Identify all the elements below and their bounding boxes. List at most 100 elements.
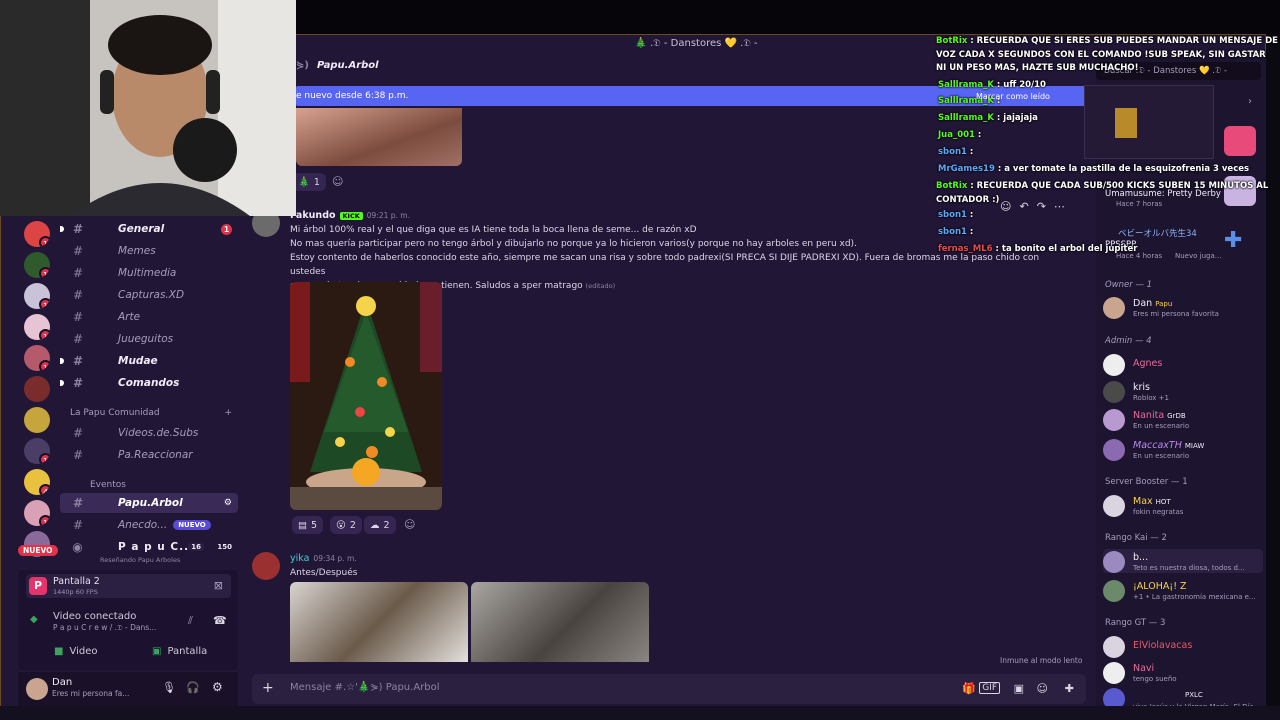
server-icon[interactable]: 4 xyxy=(24,469,50,495)
christmas-tree-image[interactable] xyxy=(290,282,442,510)
channel-mudae[interactable]: # Mudae xyxy=(60,351,238,371)
stop-stream-icon[interactable]: ⊠ xyxy=(214,579,223,592)
server-icon[interactable]: 1 xyxy=(24,500,50,526)
add-reaction-icon[interactable]: ☺ xyxy=(332,175,343,188)
server-icon[interactable]: 1 xyxy=(24,252,50,278)
hash-icon: # xyxy=(72,244,84,258)
chevron-right-icon[interactable]: › xyxy=(1248,96,1252,107)
noise-icon[interactable]: ⫽ xyxy=(188,614,193,628)
forward-icon[interactable]: ↷ xyxy=(1037,200,1046,213)
channel-jueguitos[interactable]: # Juueguitos xyxy=(60,329,238,349)
hash-icon: ⋟) xyxy=(296,60,309,71)
channel-capturas[interactable]: # Capturas.XD xyxy=(60,285,238,305)
member-item[interactable]: b... Teto es nuestra diosa, todos d... xyxy=(1103,549,1263,573)
server-icon[interactable] xyxy=(24,407,50,433)
activity-extra: Nuevo juga... xyxy=(1175,252,1222,260)
kick-chat-message: BotRix : RECUERDA QUE CADA SUB/500 KICKS… xyxy=(936,181,1269,205)
category-label: Eventos xyxy=(90,480,126,490)
server-icon[interactable]: 1 xyxy=(24,314,50,340)
mark-read-button[interactable]: Marcar como leído xyxy=(976,92,1050,101)
gif-icon[interactable]: GIF xyxy=(979,682,1000,694)
server-icon[interactable]: 1 xyxy=(24,221,50,247)
stream-thumbnail[interactable] xyxy=(1084,85,1214,159)
kick-chat-message: Jua_001 : xyxy=(938,130,982,140)
reaction-button[interactable]: 🎄 1 xyxy=(292,173,326,191)
settings-icon[interactable]: ⚙ xyxy=(212,680,223,694)
role-header-kai: Rango Kai — 2 xyxy=(1105,533,1167,543)
add-channel-icon[interactable]: + xyxy=(224,408,232,418)
settings-icon[interactable]: ⚙ xyxy=(224,498,232,508)
member-item[interactable]: kris Roblox +1 xyxy=(1103,379,1263,403)
more-icon[interactable]: ⋯ xyxy=(1054,200,1065,213)
category-eventos[interactable]: Eventos+ xyxy=(90,477,258,493)
after-image[interactable] xyxy=(471,582,649,662)
react-icon[interactable]: ☺ xyxy=(1000,200,1011,213)
category-la-papu-comunidad[interactable]: La Papu Comunidad + xyxy=(70,405,238,421)
reply-icon[interactable]: ↶ xyxy=(1019,200,1028,213)
reaction-emoji-icon: 😮 xyxy=(336,519,346,531)
channel-papu-arbol[interactable]: # Papu.Arbol ⚙ xyxy=(60,493,238,513)
before-image[interactable] xyxy=(290,582,468,662)
member-item[interactable]: Max HOT fokin negratas xyxy=(1103,493,1263,517)
disconnect-icon[interactable]: ☎ xyxy=(213,614,227,627)
author-name[interactable]: Fakundo xyxy=(290,210,336,221)
channel-anecdotas[interactable]: # Anecdo... NUEVO xyxy=(60,515,238,535)
hash-icon: # xyxy=(72,266,84,280)
channel-videos-de-subs[interactable]: # Videos.de.Subs xyxy=(60,423,238,443)
new-messages-text: e nuevo desde 6:38 p.m. xyxy=(296,91,409,101)
reaction-button[interactable]: ▤ 5 xyxy=(292,516,324,534)
channel-label: Memes xyxy=(118,245,156,257)
reaction-button[interactable]: ☁ 2 xyxy=(364,516,396,534)
add-reaction-icon[interactable]: ☺ xyxy=(404,518,415,531)
member-item[interactable]: PXLCviva Jesús y la Virgen María. El Día… xyxy=(1103,686,1263,711)
sticker-icon[interactable]: ▣ xyxy=(1014,682,1024,695)
member-name: Agnes xyxy=(1133,358,1163,369)
avatar[interactable] xyxy=(26,678,48,700)
kick-chat-message: Salllrama_K : uff 20/10 xyxy=(938,80,1046,90)
member-item[interactable]: MaccaxTH MIAW En un escenario xyxy=(1103,437,1263,461)
emoji-icon[interactable]: ☺ xyxy=(1037,682,1048,695)
screen-button[interactable]: ▣ Pantalla xyxy=(152,642,207,660)
member-item[interactable]: Dan Papu Eres mi persona favorita xyxy=(1103,295,1263,319)
reaction-button[interactable]: 😮 2 xyxy=(330,516,362,534)
member-item[interactable]: Agnes xyxy=(1103,352,1263,376)
channel-arte[interactable]: # Arte xyxy=(60,307,238,327)
member-item[interactable]: Nanita GrDB En un escenario xyxy=(1103,407,1263,431)
avatar[interactable] xyxy=(252,552,280,580)
channel-general[interactable]: # General 1 xyxy=(60,219,238,239)
channel-comandos[interactable]: # Comandos xyxy=(60,373,238,393)
voice-channel[interactable]: ◉ P a p u C... 16 150 xyxy=(60,537,238,557)
image-attachment[interactable] xyxy=(296,108,462,166)
microphone-icon[interactable]: 🎙 xyxy=(162,681,176,694)
stream-preview[interactable]: P Pantalla 2 1440p 60 FPS ⊠ xyxy=(26,574,231,598)
unread-dot xyxy=(60,380,64,386)
author-name[interactable]: yika xyxy=(290,553,309,564)
member-item[interactable]: Navi tengo sueño xyxy=(1103,660,1263,684)
message-composer[interactable]: + Mensaje #.☆'🎄⋟) Papu.Arbol 🎁 GIF ▣ ☺ ✚ xyxy=(252,674,1086,704)
member-item[interactable]: ¡ALOHA¡! Z +1 • La gastronomía mexicana e… xyxy=(1103,578,1263,602)
server-icon[interactable]: 1 xyxy=(24,438,50,464)
channel-multimedia[interactable]: # Multimedia xyxy=(60,263,238,283)
user-count: 16 xyxy=(188,543,204,551)
server-icon[interactable]: 1 xyxy=(24,345,50,371)
server-icon[interactable]: 1 xyxy=(24,283,50,309)
user-status: Eres mi persona fa... xyxy=(52,689,130,698)
member-item[interactable]: ElViolavacas xyxy=(1103,634,1263,658)
channel-pa-reaccionar[interactable]: # Pa.Reaccionar xyxy=(60,445,238,465)
add-attachment-icon[interactable]: + xyxy=(262,680,274,696)
video-button[interactable]: ■ Video xyxy=(54,642,97,660)
gift-icon[interactable]: 🎁 xyxy=(962,682,976,695)
channel-list: # General 1 # Memes # Multimedia # Capturas.X… xyxy=(60,215,252,570)
apps-icon[interactable]: ✚ xyxy=(1065,682,1074,695)
server-icon[interactable] xyxy=(24,376,50,402)
screen-share-icon: P xyxy=(29,577,47,595)
channel-memes[interactable]: # Memes xyxy=(60,241,238,261)
reaction-emoji-icon: ☁ xyxy=(370,519,380,531)
headphones-icon[interactable]: 🎧 xyxy=(186,681,200,694)
kick-chat-message: sbon1 : xyxy=(938,147,974,157)
message-input[interactable]: Mensaje #.☆'🎄⋟) Papu.Arbol xyxy=(290,682,440,693)
member-status: En un escenario xyxy=(1133,422,1190,430)
user-name: Dan xyxy=(52,677,73,688)
hash-icon: # xyxy=(72,222,84,236)
kick-chat-message: sbon1 : xyxy=(938,227,974,237)
